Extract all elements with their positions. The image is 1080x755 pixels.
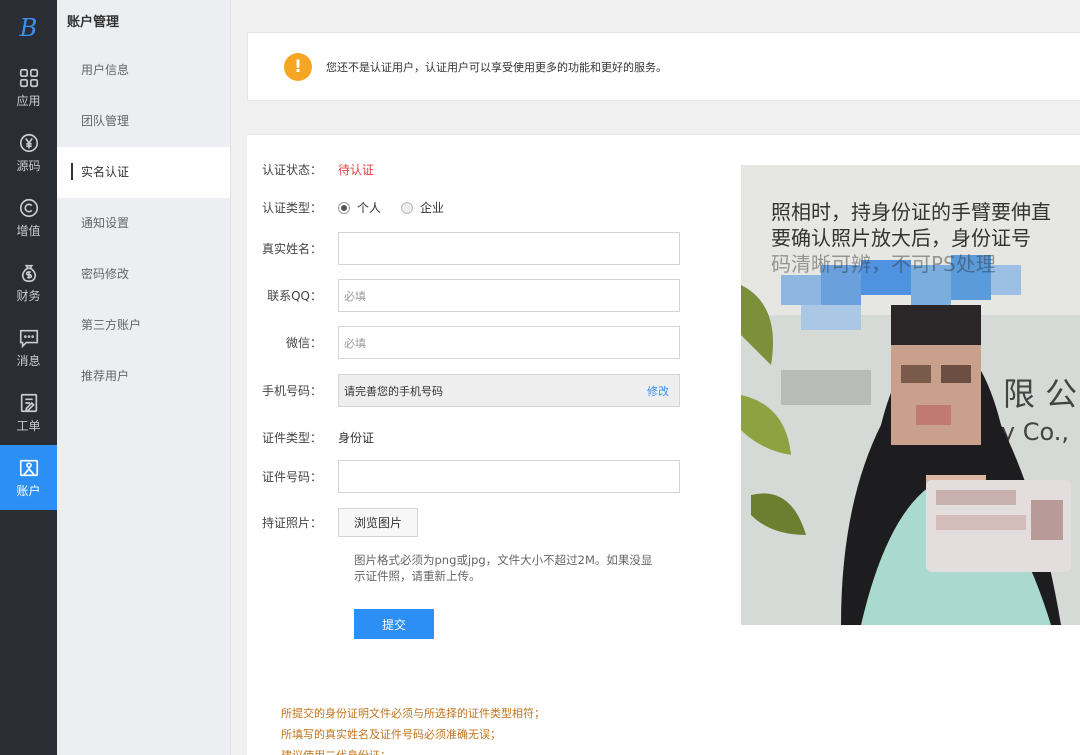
rail-item-value-added[interactable]: 增值 [0,185,57,250]
type-radio-personal[interactable]: 个人 [338,199,381,216]
photo-caption-line3: 码清晰可辨，不可PS处理 [771,252,996,276]
type-row: 认证类型： 个人 企业 [247,199,464,216]
phone-value: 请完善您的手机号码 [344,384,443,398]
qq-input[interactable]: 必填 [338,279,680,312]
radio-unchecked-icon [401,201,414,214]
subnav-item-password[interactable]: 密码修改 [57,249,230,300]
sample-id-photo: 照相时，持身份证的手臂要伸直 要确认照片放大后，身份证号 码清晰可辨，不可PS处… [741,165,1080,625]
subnav-item-referral[interactable]: 推荐用户 [57,351,230,402]
subnav-item-third-party[interactable]: 第三方账户 [57,300,230,351]
phone-row: 手机号码： 请完善您的手机号码 修改 [247,374,680,407]
blurred-face-icon [891,305,981,445]
rail-item-source[interactable]: 源码 [0,120,57,185]
name-label: 真实姓名： [261,242,322,256]
rail-item-tickets[interactable]: 工单 [0,380,57,445]
idno-row: 证件号码： [247,460,680,493]
name-row: 真实姓名： [247,232,680,265]
qq-row: 联系QQ： 必填 [247,279,680,312]
real-name-input[interactable] [338,232,680,265]
type-label: 认证类型： [261,201,322,215]
rail-item-messages[interactable]: 消息 [0,315,57,380]
id-number-input[interactable] [338,460,680,493]
icon-rail: B 应用 源码 增值 财务 消息 工单 账户 [0,0,57,755]
rail-item-apps[interactable]: 应用 [0,55,57,120]
rail-item-account[interactable]: 账户 [0,445,57,510]
money-bag-icon [21,264,36,282]
notice-message: 您还不是认证用户，认证用户可以享受使用更多的功能和更好的服务。 [326,60,667,74]
wechat-label: 微信： [285,336,322,350]
blurred-id-card-icon [926,480,1071,572]
verification-panel: 认证状态： 待认证 认证类型： 个人 企业 真实姓名： 联系QQ： 必填 微信：… [247,134,1080,755]
phone-field: 请完善您的手机号码 修改 [338,374,680,407]
photo-label: 持证照片： [261,516,322,530]
qq-label: 联系QQ： [267,289,322,303]
status-label: 认证状态： [261,163,322,177]
rail-item-label: 源码 [16,158,41,173]
upload-hint: 图片格式必须为png或jpg，文件大小不超过2M。如果没显示证件照，请重新上传。 [354,553,653,583]
photo-wall-text: 限 公 [1003,375,1077,413]
rail-item-label: 账户 [16,483,41,498]
radio-label: 企业 [420,201,445,215]
warning-icon: ! [284,52,312,81]
note-item: 建议使用二代身份证； [281,745,545,755]
subnav-item-notifications[interactable]: 通知设置 [57,198,230,249]
photo-row: 持证照片： 浏览图片 [247,508,419,537]
photo-caption-line1: 照相时，持身份证的手臂要伸直 [771,200,1051,224]
verification-notice: ! 您还不是认证用户，认证用户可以享受使用更多的功能和更好的服务。 [247,32,1080,101]
app-root: B 应用 源码 增值 财务 消息 工单 账户 账户管理 用户信息 团队管理 实名… [0,0,1080,755]
requirements-notes: 所提交的身份证明文件必须与所选择的证件类型相符； 所填写的真实姓名及证件号码必须… [281,703,545,755]
account-subnav: 账户管理 用户信息 团队管理 实名认证 通知设置 密码修改 第三方账户 推荐用户 [57,0,231,755]
rail-item-label: 增值 [16,223,41,238]
idtype-row: 证件类型： 身份证 [247,429,374,446]
idtype-label: 证件类型： [261,431,322,445]
note-item: 所提交的身份证明文件必须与所选择的证件类型相符； [281,707,545,720]
message-icon [19,329,38,348]
apps-icon [19,68,38,87]
phone-label: 手机号码： [261,384,322,398]
submit-button[interactable]: 提交 [354,609,434,639]
account-icon [19,459,38,476]
subnav-item-verification[interactable]: 实名认证 [57,147,230,198]
idno-label: 证件号码： [261,470,322,484]
radio-checked-icon [338,201,350,214]
rail-item-label: 应用 [16,93,41,108]
rail-item-label: 消息 [16,353,41,368]
status-badge: 待认证 [338,163,375,177]
wechat-input[interactable]: 必填 [338,326,680,359]
type-radio-enterprise[interactable]: 企业 [401,199,444,216]
main-content: ! 您还不是认证用户，认证用户可以享受使用更多的功能和更好的服务。 认证状态： … [231,0,1080,755]
note-item: 所填写的真实姓名及证件号码必须准确无误； [281,728,501,741]
rail-item-label: 工单 [16,418,41,433]
ticket-icon [20,393,37,412]
radio-label: 个人 [357,201,382,215]
yuan-coin-icon [19,133,38,152]
subnav-title: 账户管理 [67,15,120,30]
idtype-value: 身份证 [338,431,375,445]
subnav-item-team[interactable]: 团队管理 [57,96,230,147]
rail-item-finance[interactable]: 财务 [0,250,57,315]
copyright-icon [19,198,38,217]
rail-item-label: 财务 [16,288,41,303]
subnav-item-user-info[interactable]: 用户信息 [57,45,230,96]
phone-edit-link[interactable]: 修改 [647,383,669,399]
photo-caption-line2: 要确认照片放大后，身份证号 [771,226,1031,250]
brand-logo[interactable]: B [0,0,57,55]
browse-image-button[interactable]: 浏览图片 [338,508,419,537]
wechat-row: 微信： 必填 [247,326,680,359]
status-row: 认证状态： 待认证 [247,161,374,178]
